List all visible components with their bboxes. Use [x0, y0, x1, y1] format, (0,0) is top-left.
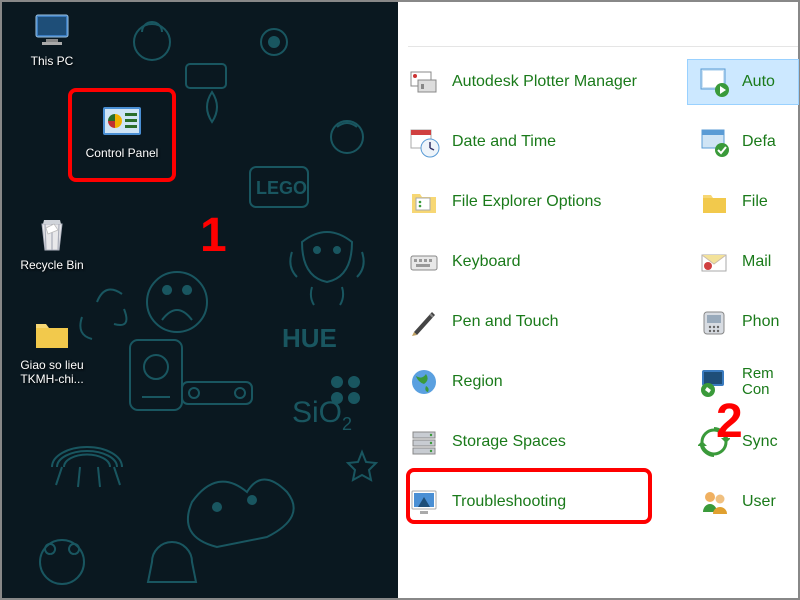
file-history-icon — [698, 186, 730, 218]
cp-item-file-explorer-options[interactable]: File Explorer Options — [398, 180, 688, 224]
cp-label: Troubleshooting — [452, 493, 566, 511]
svg-text:2: 2 — [342, 414, 352, 434]
folder-icon — [30, 314, 74, 354]
remote-icon — [698, 366, 730, 398]
troubleshooting-icon — [408, 486, 440, 518]
desktop-icon-label: Giao so lieu TKMH-chi... — [8, 358, 96, 387]
globe-icon — [408, 366, 440, 398]
cp-label: Region — [452, 373, 503, 391]
cp-label: File — [742, 193, 768, 211]
svg-text:LEGO: LEGO — [256, 178, 307, 198]
cp-item-keyboard[interactable]: Keyboard — [398, 240, 688, 284]
control-panel-icon — [100, 102, 144, 142]
users-icon — [698, 486, 730, 518]
cp-label: Defa — [742, 133, 776, 151]
default-programs-icon — [698, 126, 730, 158]
cp-item-file-history[interactable]: File — [688, 180, 798, 224]
svg-text:HUE: HUE — [282, 323, 337, 353]
cp-item-storage-spaces[interactable]: Storage Spaces — [398, 420, 688, 464]
cp-item-autoplay[interactable]: Auto — [688, 60, 798, 104]
cp-item-region[interactable]: Region — [398, 360, 688, 404]
sync-icon — [698, 426, 730, 458]
cp-label: Rem Con — [742, 366, 790, 399]
pen-icon — [408, 306, 440, 338]
cp-label: File Explorer Options — [452, 193, 601, 211]
cp-item-sync[interactable]: Sync — [688, 420, 798, 464]
control-panel-window: Autodesk Plotter Manager Auto Date and T… — [398, 2, 798, 598]
divider — [408, 46, 798, 47]
cp-label: Storage Spaces — [452, 433, 566, 451]
cp-item-pen-touch[interactable]: Pen and Touch — [398, 300, 688, 344]
wallpaper-doodles: LEGO HUE SiO2 — [2, 2, 398, 598]
desktop-icon-label: This PC — [8, 54, 96, 68]
annotation-step-1: 1 — [200, 208, 227, 263]
desktop-icon-control-panel[interactable]: Control Panel — [78, 102, 166, 160]
mail-icon — [698, 246, 730, 278]
cp-label: Pen and Touch — [452, 313, 558, 331]
svg-text:SiO: SiO — [292, 396, 342, 429]
phone-icon — [698, 306, 730, 338]
cp-item-phone[interactable]: Phon — [688, 300, 798, 344]
recycle-bin-icon — [30, 214, 74, 254]
desktop-icon-label: Recycle Bin — [8, 258, 96, 272]
cp-item-date-time[interactable]: Date and Time — [398, 120, 688, 164]
autoplay-icon — [698, 66, 730, 98]
storage-icon — [408, 426, 440, 458]
cp-item-user-accounts[interactable]: User — [688, 480, 798, 524]
keyboard-icon — [408, 246, 440, 278]
cp-label: Autodesk Plotter Manager — [452, 73, 637, 91]
cp-label: Auto — [742, 73, 775, 91]
cp-item-remote[interactable]: Rem Con — [688, 360, 798, 405]
cp-item-autodesk-plotter[interactable]: Autodesk Plotter Manager — [398, 60, 688, 104]
cp-label: Mail — [742, 253, 771, 271]
cp-label: User — [742, 493, 776, 511]
control-panel-item-list: Autodesk Plotter Manager Auto Date and T… — [398, 52, 798, 532]
cp-item-troubleshooting[interactable]: Troubleshooting — [398, 480, 688, 524]
cp-label: Sync — [742, 433, 778, 451]
cp-item-mail[interactable]: Mail — [688, 240, 798, 284]
desktop-icon-this-pc[interactable]: This PC — [8, 10, 96, 68]
cp-label: Phon — [742, 313, 779, 331]
cp-label: Date and Time — [452, 133, 556, 151]
desktop: LEGO HUE SiO2 This PC — [2, 2, 398, 598]
folder-options-icon — [408, 186, 440, 218]
desktop-icon-folder[interactable]: Giao so lieu TKMH-chi... — [8, 314, 96, 387]
desktop-icon-label: Control Panel — [78, 146, 166, 160]
cp-label: Keyboard — [452, 253, 521, 271]
clock-icon — [408, 126, 440, 158]
this-pc-icon — [30, 10, 74, 50]
cp-item-default-programs[interactable]: Defa — [688, 120, 798, 164]
desktop-icon-recycle-bin[interactable]: Recycle Bin — [8, 214, 96, 272]
plotter-icon — [408, 66, 440, 98]
